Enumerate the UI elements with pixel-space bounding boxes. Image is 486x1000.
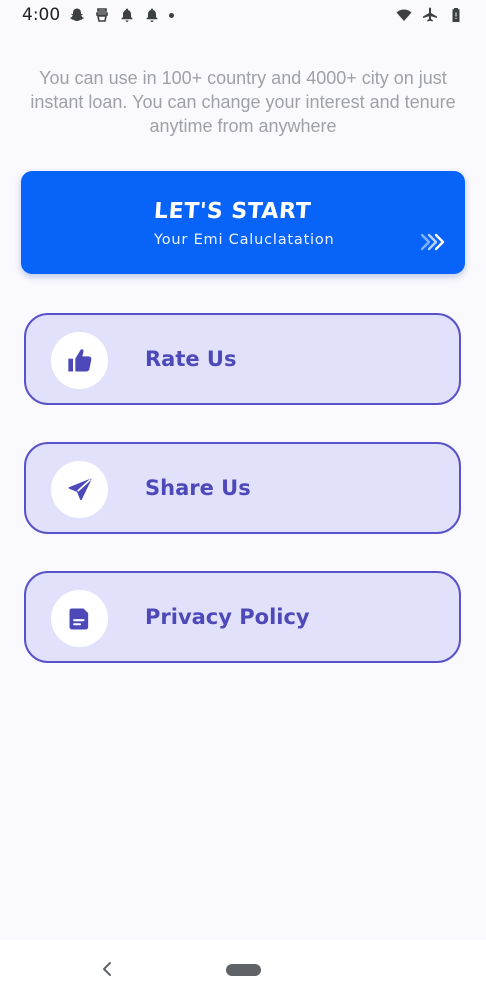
dot-icon (169, 12, 175, 18)
send-icon (68, 478, 91, 500)
wifi-icon (396, 7, 412, 23)
airplane-icon (422, 7, 438, 23)
status-time: 4:00 (22, 5, 61, 25)
battery-icon (448, 7, 464, 23)
privacy-policy-icon-circle (51, 590, 108, 647)
rate-us-icon-circle (51, 332, 108, 389)
rate-us-button[interactable]: Rate Us (24, 313, 461, 405)
lets-start-subtitle: Your Emi Caluclatation (154, 232, 335, 248)
status-left: 4:00 (22, 5, 175, 25)
thumbs-up-icon (67, 348, 91, 371)
double-chevron-right-icon (420, 233, 445, 251)
snapchat-icon (69, 7, 85, 23)
status-right (396, 7, 464, 23)
app-icon (94, 7, 110, 23)
share-us-button[interactable]: Share Us (24, 442, 461, 534)
privacy-policy-button[interactable]: Privacy Policy (24, 571, 461, 663)
share-us-label: Share Us (145, 476, 251, 500)
share-us-icon-circle (51, 461, 108, 518)
notification-icon (119, 7, 135, 23)
status-bar: 4:00 (0, 0, 486, 30)
home-pill-icon[interactable] (226, 964, 261, 976)
intro-text: You can use in 100+ country and 4000+ ci… (30, 68, 456, 136)
document-icon (69, 608, 88, 629)
privacy-policy-label: Privacy Policy (145, 605, 310, 629)
rate-us-label: Rate Us (145, 347, 237, 371)
notification-icon (144, 7, 160, 23)
back-chevron-icon[interactable] (100, 955, 114, 983)
lets-start-title: LET'S START (153, 199, 312, 224)
